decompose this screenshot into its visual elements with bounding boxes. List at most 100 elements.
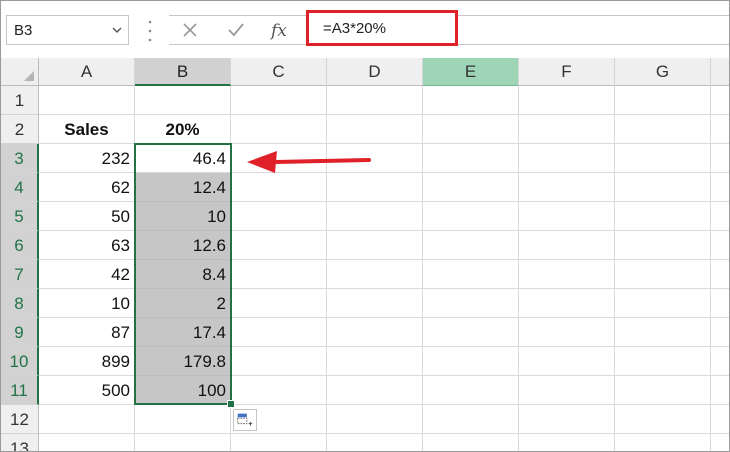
- empty-cell[interactable]: [615, 173, 711, 202]
- empty-cell[interactable]: [711, 231, 729, 260]
- column-header-partial[interactable]: [711, 58, 729, 86]
- row-header-6[interactable]: 6: [1, 231, 39, 260]
- empty-cell[interactable]: [711, 376, 729, 405]
- empty-cell[interactable]: [135, 434, 231, 451]
- empty-cell[interactable]: [327, 289, 423, 318]
- cell-b9[interactable]: 17.4: [135, 318, 231, 347]
- empty-cell[interactable]: [615, 260, 711, 289]
- row-header-4[interactable]: 4: [1, 173, 39, 202]
- empty-cell[interactable]: [519, 289, 615, 318]
- empty-cell[interactable]: [423, 405, 519, 434]
- cancel-icon[interactable]: [175, 16, 205, 44]
- row-header-10[interactable]: 10: [1, 347, 39, 376]
- empty-cell[interactable]: [615, 318, 711, 347]
- empty-cell[interactable]: [711, 173, 729, 202]
- empty-cell[interactable]: [327, 231, 423, 260]
- empty-cell[interactable]: [423, 434, 519, 451]
- empty-cell[interactable]: [231, 318, 327, 347]
- cell-b3[interactable]: 46.4: [135, 144, 231, 173]
- empty-cell[interactable]: [615, 289, 711, 318]
- enter-check-icon[interactable]: [221, 16, 251, 44]
- cell-a2[interactable]: Sales: [39, 115, 135, 144]
- empty-cell[interactable]: [231, 86, 327, 115]
- empty-cell[interactable]: [327, 260, 423, 289]
- cell-b4[interactable]: 12.4: [135, 173, 231, 202]
- formula-input[interactable]: =A3*20%: [306, 10, 458, 46]
- empty-cell[interactable]: [711, 318, 729, 347]
- cell-b2[interactable]: 20%: [135, 115, 231, 144]
- empty-cell[interactable]: [231, 376, 327, 405]
- empty-cell[interactable]: [519, 86, 615, 115]
- empty-cell[interactable]: [423, 376, 519, 405]
- empty-cell[interactable]: [519, 173, 615, 202]
- empty-cell[interactable]: [519, 231, 615, 260]
- empty-cell[interactable]: [231, 347, 327, 376]
- empty-cell[interactable]: [327, 202, 423, 231]
- empty-cell[interactable]: [231, 260, 327, 289]
- empty-cell[interactable]: [711, 260, 729, 289]
- row-header-9[interactable]: 9: [1, 318, 39, 347]
- quick-analysis-icon[interactable]: [233, 409, 257, 431]
- column-header-e[interactable]: E: [423, 58, 519, 86]
- row-header-13[interactable]: 13: [1, 434, 39, 451]
- empty-cell[interactable]: [327, 347, 423, 376]
- row-header-2[interactable]: 2: [1, 115, 39, 144]
- empty-cell[interactable]: [711, 347, 729, 376]
- empty-cell[interactable]: [615, 347, 711, 376]
- cell-a5[interactable]: 50: [39, 202, 135, 231]
- cell-b6[interactable]: 12.6: [135, 231, 231, 260]
- row-header-7[interactable]: 7: [1, 260, 39, 289]
- cell-a6[interactable]: 63: [39, 231, 135, 260]
- column-header-c[interactable]: C: [231, 58, 327, 86]
- empty-cell[interactable]: [231, 115, 327, 144]
- empty-cell[interactable]: [423, 202, 519, 231]
- row-header-5[interactable]: 5: [1, 202, 39, 231]
- cell-a8[interactable]: 10: [39, 289, 135, 318]
- empty-cell[interactable]: [423, 347, 519, 376]
- empty-cell[interactable]: [711, 86, 729, 115]
- empty-cell[interactable]: [519, 260, 615, 289]
- row-header-8[interactable]: 8: [1, 289, 39, 318]
- chevron-down-icon[interactable]: [112, 25, 122, 35]
- column-header-a[interactable]: A: [39, 58, 135, 86]
- row-header-12[interactable]: 12: [1, 405, 39, 434]
- empty-cell[interactable]: [39, 405, 135, 434]
- empty-cell[interactable]: [231, 289, 327, 318]
- row-header-1[interactable]: 1: [1, 86, 39, 115]
- empty-cell[interactable]: [327, 318, 423, 347]
- empty-cell[interactable]: [519, 434, 615, 451]
- empty-cell[interactable]: [711, 144, 729, 173]
- row-header-3[interactable]: 3: [1, 144, 39, 173]
- empty-cell[interactable]: [519, 144, 615, 173]
- empty-cell[interactable]: [423, 86, 519, 115]
- empty-cell[interactable]: [423, 115, 519, 144]
- cell-b10[interactable]: 179.8: [135, 347, 231, 376]
- cell-a10[interactable]: 899: [39, 347, 135, 376]
- empty-cell[interactable]: [615, 144, 711, 173]
- empty-cell[interactable]: [519, 405, 615, 434]
- name-box[interactable]: B3: [6, 15, 129, 45]
- empty-cell[interactable]: [327, 434, 423, 451]
- empty-cell[interactable]: [711, 115, 729, 144]
- cell-a4[interactable]: 62: [39, 173, 135, 202]
- empty-cell[interactable]: [615, 231, 711, 260]
- fill-handle[interactable]: [227, 400, 235, 408]
- empty-cell[interactable]: [423, 318, 519, 347]
- empty-cell[interactable]: [135, 405, 231, 434]
- empty-cell[interactable]: [39, 86, 135, 115]
- insert-function-icon[interactable]: fx: [265, 16, 295, 44]
- empty-cell[interactable]: [231, 434, 327, 451]
- empty-cell[interactable]: [519, 115, 615, 144]
- empty-cell[interactable]: [711, 202, 729, 231]
- empty-cell[interactable]: [519, 347, 615, 376]
- empty-cell[interactable]: [423, 144, 519, 173]
- cell-b7[interactable]: 8.4: [135, 260, 231, 289]
- empty-cell[interactable]: [615, 202, 711, 231]
- empty-cell[interactable]: [327, 376, 423, 405]
- row-header-11[interactable]: 11: [1, 376, 39, 405]
- empty-cell[interactable]: [327, 86, 423, 115]
- empty-cell[interactable]: [231, 231, 327, 260]
- empty-cell[interactable]: [327, 405, 423, 434]
- cell-b11[interactable]: 100: [135, 376, 231, 405]
- cell-b5[interactable]: 10: [135, 202, 231, 231]
